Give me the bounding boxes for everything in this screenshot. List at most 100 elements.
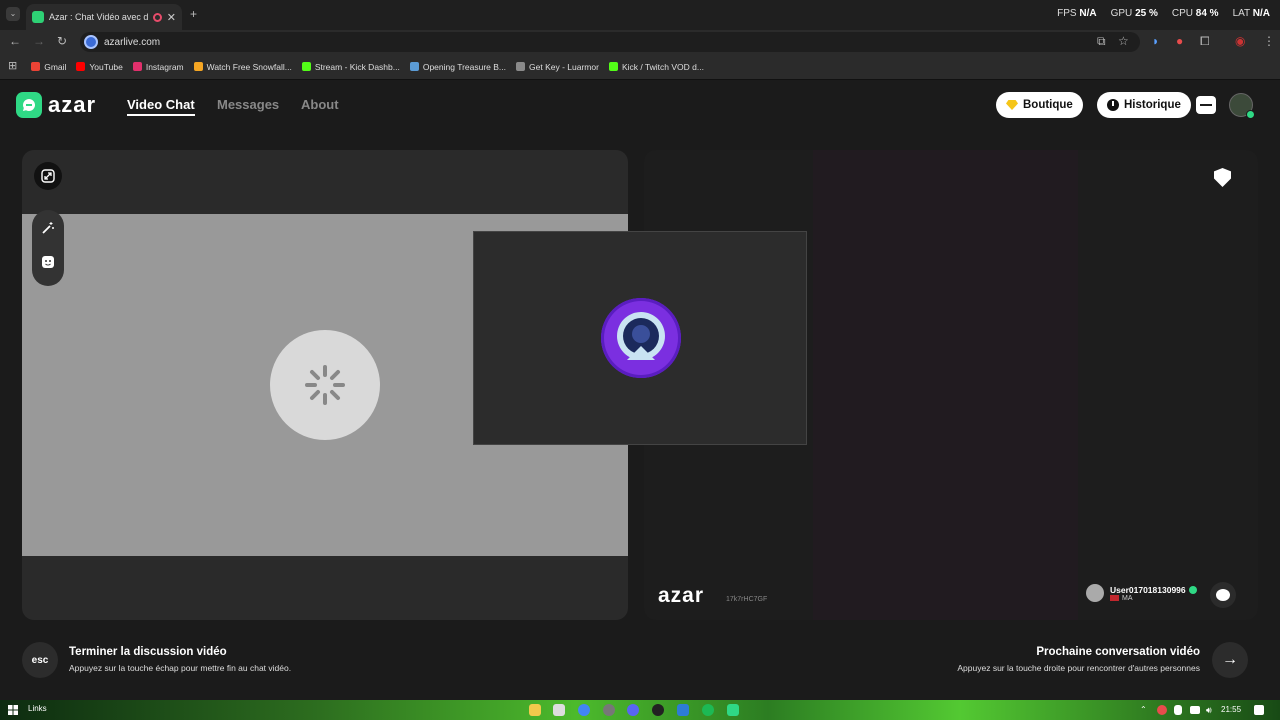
spotify-icon[interactable]: [702, 704, 714, 716]
back-icon[interactable]: ←: [9, 35, 21, 47]
verified-icon: [1188, 586, 1197, 595]
end-chat-button[interactable]: esc: [22, 642, 58, 678]
bookmark-item[interactable]: Watch Free Snowfall...: [193, 61, 292, 72]
azar-app-icon[interactable]: [727, 704, 739, 716]
settings-icon[interactable]: [603, 704, 615, 716]
clock-icon: [1107, 99, 1119, 111]
tray-app-icon[interactable]: [1157, 705, 1167, 715]
tab-search-icon[interactable]: ⌄: [6, 7, 20, 21]
taskbar-links[interactable]: Links: [28, 704, 47, 713]
tray-chevron-icon[interactable]: ⌃: [1140, 705, 1150, 715]
partner-avatar: [1086, 584, 1104, 602]
bookmark-item[interactable]: Gmail: [31, 62, 66, 72]
azar-favicon-icon: [32, 11, 44, 23]
profile-icon[interactable]: ◉: [1235, 35, 1245, 47]
nav-video-chat[interactable]: Video Chat: [127, 97, 195, 116]
file-explorer-icon[interactable]: [529, 704, 541, 716]
bookmark-favicon-icon: [608, 62, 618, 71]
volume-icon[interactable]: 🔊︎: [1206, 705, 1216, 715]
discord-icon[interactable]: [627, 704, 639, 716]
microphone-icon[interactable]: [1174, 705, 1182, 715]
bookmark-item[interactable]: Instagram: [132, 61, 184, 72]
menu-kebab-icon[interactable]: ⋮: [1263, 35, 1275, 47]
effects-toolbar: [32, 210, 64, 286]
bookmark-favicon-icon: [76, 62, 86, 71]
azar-watermark: azar: [658, 584, 705, 607]
session-code: 17k7rHC7GF: [726, 596, 768, 603]
partner-country: MA: [1122, 594, 1133, 602]
partner-video-feed: [813, 150, 1078, 620]
partner-info[interactable]: User017018130996 MA: [1086, 584, 1197, 602]
tab-title: Azar : Chat Vidéo avec de n: [49, 12, 148, 22]
active-tab[interactable]: Azar : Chat Vidéo avec de n ✕: [26, 4, 182, 30]
nav-messages[interactable]: Messages: [217, 97, 279, 112]
azar-page: azar Video Chat Messages About Boutique …: [0, 80, 1280, 700]
report-shield-icon[interactable]: [1214, 168, 1231, 187]
webcam-icon: [601, 298, 681, 378]
bookmark-label: Gmail: [44, 61, 67, 72]
cpu-label: CPU: [1171, 8, 1193, 19]
expand-button[interactable]: [34, 162, 62, 190]
history-button[interactable]: Historique: [1097, 92, 1191, 118]
nav-about[interactable]: About: [301, 97, 339, 112]
windows-start-icon[interactable]: [8, 705, 18, 715]
magic-wand-icon[interactable]: [38, 218, 58, 238]
gem-icon: [1006, 100, 1018, 110]
system-clock[interactable]: 21:55: [1221, 705, 1241, 714]
new-tab-icon[interactable]: +: [190, 8, 197, 20]
bookmark-item[interactable]: Stream - Kick Dashb...: [301, 62, 400, 72]
azar-logo[interactable]: azar: [16, 92, 96, 118]
bookmark-star-icon[interactable]: ☆: [1118, 35, 1129, 47]
bookmark-favicon-icon: [409, 62, 419, 71]
extensions-puzzle-icon[interactable]: ⧠: [1200, 35, 1210, 47]
shop-button[interactable]: Boutique: [996, 92, 1083, 118]
site-info-icon[interactable]: [84, 35, 98, 49]
address-bar[interactable]: azarlive.com: [80, 32, 1140, 52]
bookmark-label: YouTube: [89, 61, 123, 72]
user-avatar[interactable]: [1229, 93, 1255, 119]
bookmark-item[interactable]: Kick / Twitch VOD d...: [608, 61, 704, 72]
install-app-icon[interactable]: ⧉: [1097, 35, 1106, 47]
chat-button[interactable]: [1210, 582, 1236, 608]
next-chat-hint: Appuyez sur la touche droite pour rencon…: [957, 663, 1200, 673]
history-label: Historique: [1124, 99, 1181, 111]
next-chat-button[interactable]: →: [1212, 642, 1248, 678]
expand-icon: [41, 169, 55, 183]
forward-icon[interactable]: →: [33, 35, 45, 47]
notifications-icon[interactable]: [1254, 705, 1264, 715]
recording-icon: [152, 12, 162, 22]
bookmark-list: Gmail YouTube Instagram Watch Free Snowfall…: [31, 62, 714, 72]
bookmark-label: Kick / Twitch VOD d...: [621, 61, 704, 72]
bookmark-label: Instagram: [145, 61, 184, 72]
bookmarks-bar: ⊞ Gmail YouTube Instagram Watch Free Snowfa…: [0, 54, 1280, 80]
partner-username: User017018130996: [1110, 584, 1186, 595]
calendar-icon[interactable]: [553, 704, 565, 716]
url-text: azarlive.com: [104, 36, 161, 48]
chrome-icon[interactable]: [578, 704, 590, 716]
inbox-icon[interactable]: [1196, 96, 1216, 114]
country-flag-icon: [1110, 595, 1119, 601]
bookmark-label: Opening Treasure B...: [422, 61, 507, 72]
bookmark-item[interactable]: Opening Treasure B...: [409, 61, 507, 72]
bookmark-label: Get Key - Luarmor: [529, 61, 599, 72]
extension-badge-icon[interactable]: ●: [1176, 35, 1183, 47]
app-icon[interactable]: [677, 704, 689, 716]
bookmark-favicon-icon: [301, 62, 311, 71]
windows-taskbar: Links ⌃ 🔊︎ 21:55: [0, 700, 1280, 720]
bookmark-item[interactable]: Get Key - Luarmor: [516, 62, 599, 72]
end-chat-title: Terminer la discussion vidéo: [69, 646, 227, 658]
close-tab-icon[interactable]: ✕: [167, 11, 176, 24]
bookmark-label: Watch Free Snowfall...: [206, 61, 292, 72]
obs-icon[interactable]: [652, 704, 664, 716]
gpu-value: 25 %: [1135, 8, 1158, 19]
apps-grid-icon[interactable]: ⊞: [8, 61, 17, 72]
bookmark-item[interactable]: YouTube: [76, 61, 123, 72]
extension-icon[interactable]: ◗: [1152, 35, 1159, 47]
network-icon[interactable]: [1190, 706, 1200, 714]
azar-wordmark: azar: [48, 92, 97, 117]
performance-overlay: FPS N/A GPU 25 % CPU 84 % LAT N/A: [1057, 8, 1270, 19]
sticker-icon[interactable]: [38, 252, 58, 272]
reload-icon[interactable]: ↻: [57, 35, 67, 47]
lat-label: LAT: [1232, 8, 1250, 19]
end-chat-hint: Appuyez sur la touche échap pour mettre …: [69, 663, 292, 673]
